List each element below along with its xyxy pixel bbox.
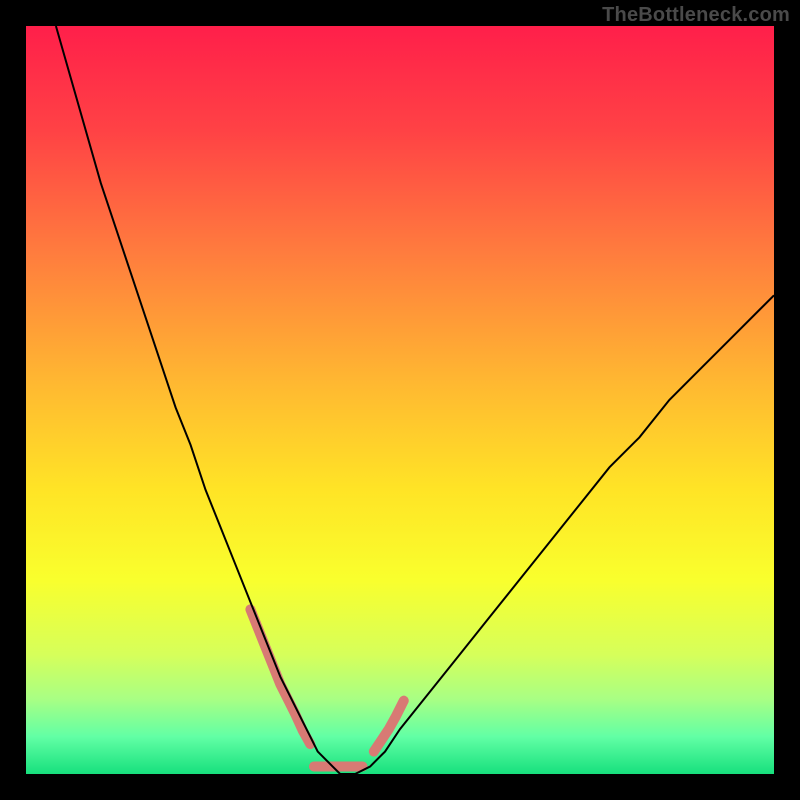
marker-segment	[374, 701, 404, 752]
primary-curve	[56, 26, 774, 774]
watermark-text: TheBottleneck.com	[602, 4, 790, 27]
curve-layer	[26, 26, 774, 774]
plot-area	[26, 26, 774, 774]
chart-stage: TheBottleneck.com	[0, 0, 800, 800]
marker-overlay	[250, 609, 403, 766]
